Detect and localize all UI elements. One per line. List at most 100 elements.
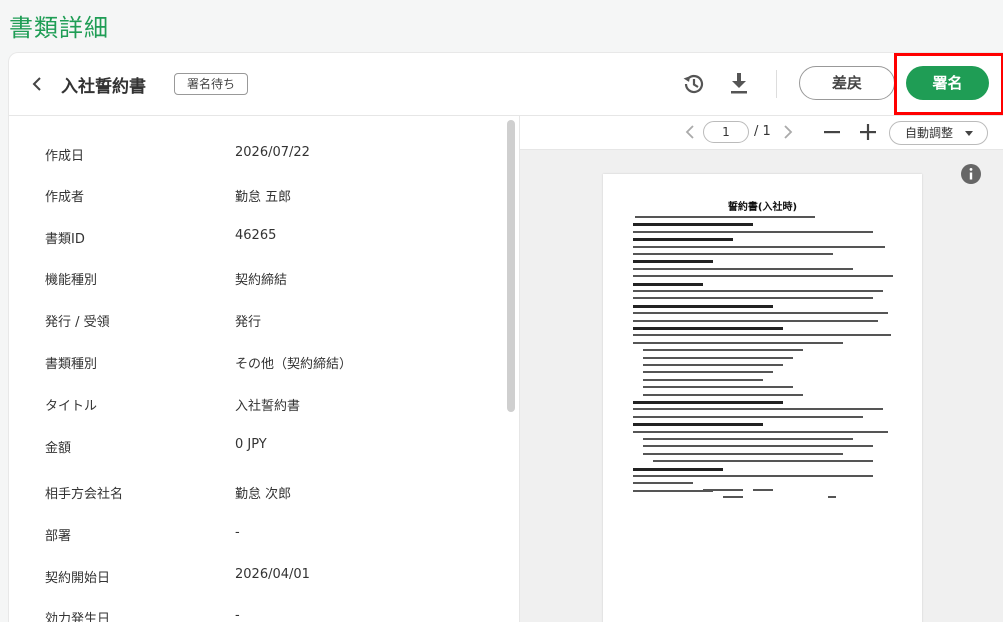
- document-info-panel: 作成日 2026/07/22 作成者 勤怠 五郎 書類ID 46265 機能種別…: [9, 116, 520, 622]
- document-text-line: [633, 267, 853, 270]
- field-row: 発行 / 受領 発行: [9, 311, 499, 331]
- document-text-line: [633, 430, 888, 433]
- document-text-line: [635, 216, 815, 218]
- document-signature-line: [753, 489, 773, 491]
- field-value: 契約締結: [235, 273, 288, 288]
- status-badge: 署名待ち: [174, 73, 249, 95]
- chevron-left-icon: [32, 77, 41, 91]
- return-button[interactable]: 差戻: [799, 66, 895, 100]
- document-text-line: [633, 334, 891, 337]
- document-text-line: [633, 290, 883, 292]
- document-text-line: [633, 327, 783, 330]
- back-button[interactable]: [27, 71, 47, 97]
- document-text-line: [633, 275, 893, 278]
- field-value: 2026/04/01: [235, 567, 310, 582]
- field-value: 発行: [235, 315, 262, 330]
- history-button[interactable]: [681, 71, 707, 97]
- chevron-left-icon: [685, 125, 694, 139]
- document-signature-line: [828, 496, 836, 498]
- info-icon: [961, 164, 981, 184]
- field-row: 相手方会社名 勤怠 次郎: [9, 483, 499, 503]
- page-title: 書類詳細: [9, 14, 109, 42]
- field-label: タイトル: [45, 399, 98, 414]
- document-text-line: [633, 482, 693, 485]
- document-text-line: [643, 452, 843, 455]
- zoom-select[interactable]: 自動調整: [889, 121, 988, 145]
- document-text-line: [633, 245, 885, 248]
- document-text-line: [643, 364, 783, 366]
- field-value: -: [235, 608, 240, 622]
- document-text-line: [643, 349, 803, 352]
- page-total: / 1: [754, 124, 771, 139]
- field-row: 作成日 2026/07/22: [9, 145, 499, 165]
- field-row: タイトル 入社誓約書: [9, 395, 499, 415]
- document-signature-line: [723, 496, 743, 498]
- field-label: 相手方会社名: [45, 487, 124, 502]
- zoom-select-value: 自動調整: [905, 126, 954, 140]
- field-label: 契約開始日: [45, 571, 111, 586]
- document-text-line: [643, 356, 793, 359]
- field-value: 2026/07/22: [235, 145, 310, 160]
- download-button[interactable]: [727, 70, 751, 96]
- document-text-line: [633, 341, 843, 344]
- document-text-line: [633, 467, 723, 471]
- sign-button[interactable]: 署名: [906, 66, 989, 100]
- page-number-input[interactable]: 1: [703, 121, 749, 143]
- field-label: 発行 / 受領: [45, 315, 110, 330]
- info-button[interactable]: [960, 163, 982, 185]
- document-text-line: [643, 438, 853, 440]
- document-text-line: [633, 223, 753, 227]
- prev-page-button[interactable]: [682, 122, 698, 142]
- document-text-line: [633, 489, 713, 492]
- viewer-toolbar: 1 / 1 自動調整: [520, 116, 1003, 150]
- field-label: 書類種別: [45, 357, 98, 372]
- field-value: 勤怠 次郎: [235, 487, 292, 502]
- minus-icon: [824, 131, 840, 134]
- next-page-button[interactable]: [780, 122, 796, 142]
- document-text-line: [633, 238, 733, 242]
- field-row: 書類種別 その他（契約締結）: [9, 353, 499, 373]
- document-text-line: [633, 423, 763, 427]
- document-detail-card: 入社誓約書 署名待ち 差戻 署名 作成日 2026/07/22 作成者 勤怠 五…: [8, 52, 1003, 622]
- document-title: 入社誓約書: [61, 77, 146, 97]
- field-value: 0 JPY: [235, 437, 267, 452]
- document-text-line: [633, 319, 878, 322]
- field-row: 金額 0 JPY: [9, 437, 499, 457]
- document-viewer: 1 / 1 自動調整 誓約書(入社時): [520, 116, 1003, 622]
- document-text-line: [633, 408, 883, 411]
- field-label: 部署: [45, 529, 72, 544]
- document-text-line: [633, 312, 888, 315]
- document-signature-line: [703, 489, 743, 491]
- document-text-line: [653, 460, 873, 463]
- field-label: 効力発生日: [45, 612, 111, 622]
- field-row: 効力発生日 -: [9, 608, 499, 622]
- document-text-line: [643, 386, 793, 389]
- field-row: 作成者 勤怠 五郎: [9, 186, 499, 206]
- document-header: 入社誓約書 署名待ち 差戻 署名: [9, 53, 1003, 116]
- document-page-preview: 誓約書(入社時): [603, 174, 922, 622]
- field-value: 46265: [235, 228, 277, 243]
- document-text-line: [643, 371, 773, 374]
- document-text-line: [643, 378, 763, 381]
- zoom-in-button[interactable]: [858, 122, 878, 142]
- plus-icon: [860, 124, 876, 140]
- zoom-out-button[interactable]: [822, 122, 842, 142]
- field-value: -: [235, 525, 240, 540]
- document-text-line: [633, 297, 873, 300]
- document-text-line: [643, 393, 803, 396]
- field-row: 機能種別 契約締結: [9, 269, 499, 289]
- document-text-line: [633, 401, 783, 404]
- field-row: 部署 -: [9, 525, 499, 545]
- document-text-line: [633, 304, 773, 308]
- document-heading: 誓約書(入社時): [727, 202, 798, 213]
- info-scrollbar[interactable]: [507, 120, 515, 412]
- download-icon: [731, 73, 747, 94]
- toolbar-divider: [776, 70, 777, 98]
- field-label: 作成日: [45, 149, 85, 164]
- field-value: 勤怠 五郎: [235, 190, 292, 205]
- history-icon: [683, 74, 704, 94]
- field-label: 作成者: [45, 190, 85, 205]
- document-text-line: [633, 415, 863, 418]
- document-text-line: [633, 230, 873, 233]
- caret-down-icon: [965, 131, 973, 136]
